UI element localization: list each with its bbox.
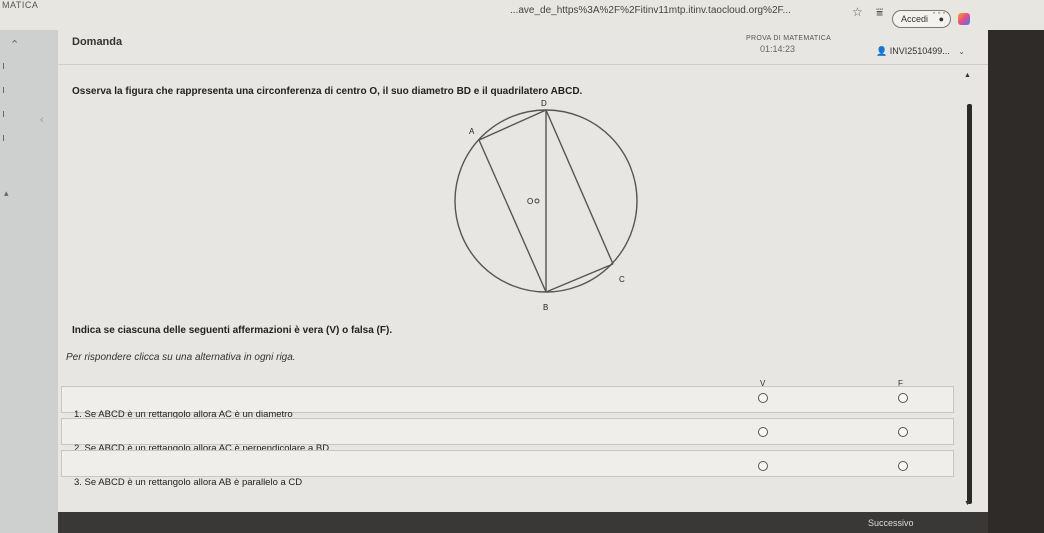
bookmark-star-icon[interactable]: ☆ xyxy=(852,5,863,19)
panel-mark: ı xyxy=(2,60,6,72)
answer-row-3: 3. Se ABCD è un rettangolo allora AB è p… xyxy=(61,450,954,488)
chevron-left-icon[interactable]: ‹ xyxy=(40,114,44,126)
label-a: A xyxy=(469,127,475,136)
more-options-icon[interactable]: ··· xyxy=(932,5,947,19)
scrollbar-thumb[interactable] xyxy=(967,104,972,504)
bottom-navigation-bar xyxy=(58,512,988,533)
side-bc xyxy=(545,263,614,293)
address-bar[interactable]: ...ave_de_https%3A%2F%2Fitinv11mtp.itinv… xyxy=(510,5,830,16)
instruction: Indica se ciascuna delle seguenti afferm… xyxy=(72,325,393,336)
answer-row-2: 2. Se ABCD è un rettangolo allora AC è p… xyxy=(61,418,954,454)
section-label: Domanda xyxy=(72,36,123,48)
radio-false[interactable] xyxy=(898,461,908,471)
candidate-id: INVI2510499... xyxy=(889,46,950,56)
candidate-menu[interactable]: 👤 INVI2510499... ⌄ xyxy=(876,46,965,57)
panel-mark: ı xyxy=(2,108,6,120)
question-prompt: Osserva la figura che rappresenta una ci… xyxy=(72,86,583,97)
answer-row-1: 1. Se ABCD è un rettangolo allora AC è u… xyxy=(61,386,954,420)
circle-figure: D A O C B xyxy=(454,99,638,312)
copilot-icon[interactable] xyxy=(958,13,970,25)
hint: Per rispondere clicca su una alternativa… xyxy=(66,352,296,363)
panel-mark: ı xyxy=(2,132,6,144)
radio-true[interactable] xyxy=(758,427,768,437)
radio-true[interactable] xyxy=(758,461,768,471)
caret-up-icon: ▴ xyxy=(4,188,9,198)
timer: 01:14:23 xyxy=(760,44,796,54)
login-label: Accedi xyxy=(901,14,929,24)
chevron-up-icon: ⌃ xyxy=(10,39,20,51)
row-label: 3. Se ABCD è un rettangolo allora AB è p… xyxy=(74,477,303,488)
reading-list-icon[interactable]: ⩸ xyxy=(876,5,883,20)
label-o: O xyxy=(527,197,533,206)
side-dc xyxy=(545,109,614,265)
test-page: Domanda PROVA DI MATEMATICA 01:14:23 👤 I… xyxy=(58,30,988,533)
radio-false[interactable] xyxy=(898,393,908,403)
panel-mark: ı xyxy=(2,84,6,96)
side-da xyxy=(478,109,547,141)
side-ab xyxy=(478,139,547,293)
radio-false[interactable] xyxy=(898,427,908,437)
label-d: D xyxy=(541,99,547,108)
screen-bezel xyxy=(988,30,1044,533)
radio-true[interactable] xyxy=(758,393,768,403)
next-button[interactable]: Successivo xyxy=(868,518,914,528)
tab-title[interactable]: MATICA xyxy=(2,0,38,10)
center-point xyxy=(534,198,540,204)
chevron-down-icon: ⌄ xyxy=(958,47,965,56)
scroll-up-icon[interactable]: ▲ xyxy=(964,72,971,79)
test-title: PROVA DI MATEMATICA xyxy=(746,35,832,42)
browser-toolbar: MATICA ...ave_de_https%3A%2F%2Fitinv11mt… xyxy=(0,0,1044,31)
left-side-panel: ⌃ ı ı ı ‹ ı ▴ xyxy=(0,30,58,533)
scroll-down-icon[interactable]: ▼ xyxy=(964,500,971,507)
label-b: B xyxy=(543,303,548,312)
label-c: C xyxy=(619,275,625,284)
question-header: Domanda PROVA DI MATEMATICA 01:14:23 👤 I… xyxy=(58,30,988,65)
user-icon: 👤 xyxy=(876,46,888,56)
